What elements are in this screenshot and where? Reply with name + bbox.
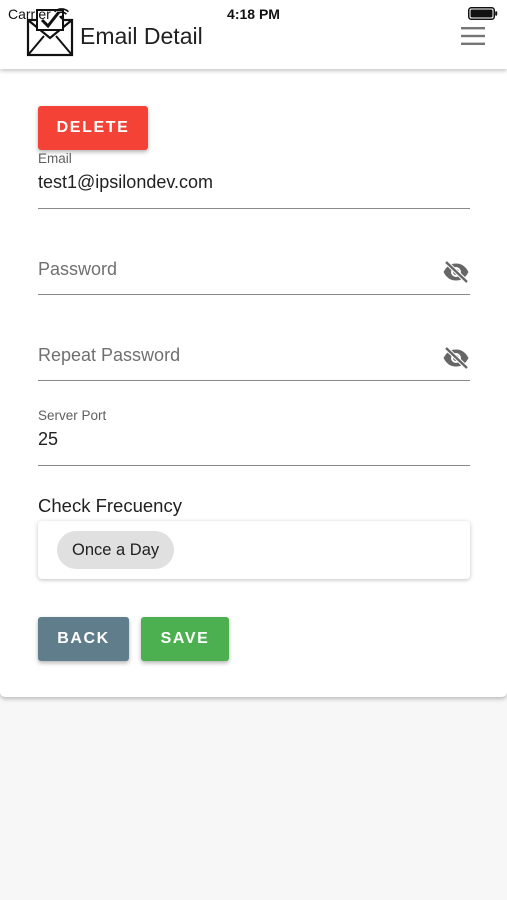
eye-off-icon[interactable] <box>442 346 470 370</box>
repeat-password-input[interactable] <box>38 345 438 366</box>
email-label: Email <box>38 151 72 166</box>
status-time: 4:18 PM <box>227 6 280 22</box>
battery-icon <box>468 7 498 20</box>
email-field-group: Email <box>38 151 470 209</box>
check-frequency-label: Check Frecuency <box>38 495 182 516</box>
email-input[interactable] <box>38 172 470 193</box>
email-detail-screen: Carrier 4:18 PM Email Detail DELETE Emai… <box>0 0 507 900</box>
repeat-password-field-group <box>38 323 470 381</box>
server-port-label: Server Port <box>38 408 107 423</box>
hamburger-menu-icon[interactable] <box>461 27 485 45</box>
password-field-group <box>38 237 470 295</box>
check-frequency-selector[interactable]: Once a Day <box>38 521 470 579</box>
server-port-field-group: Server Port <box>38 408 470 466</box>
email-form-card: DELETE Email test1@ipsilondev.com Server… <box>0 69 507 697</box>
back-button[interactable]: BACK <box>38 617 129 661</box>
server-port-input[interactable] <box>38 429 470 450</box>
password-input[interactable] <box>38 259 438 280</box>
save-button[interactable]: SAVE <box>141 617 229 661</box>
frequency-chip-selected[interactable]: Once a Day <box>57 531 175 569</box>
eye-off-icon[interactable] <box>442 260 470 284</box>
delete-button[interactable]: DELETE <box>38 106 148 150</box>
status-bar: Carrier 4:18 PM <box>0 0 507 28</box>
